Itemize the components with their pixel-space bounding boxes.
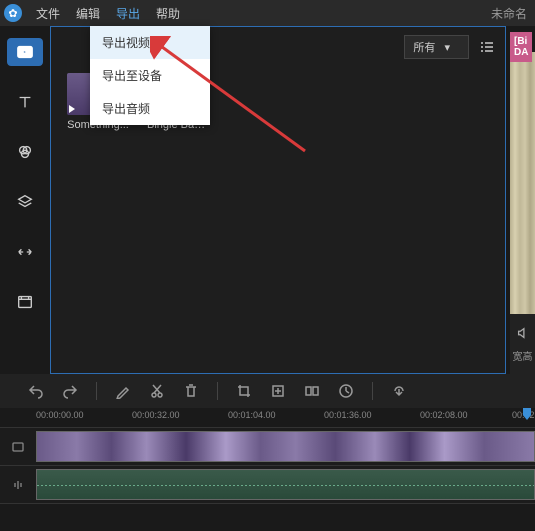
menu-export[interactable]: 导出: [108, 1, 148, 26]
audio-track-header[interactable]: [0, 466, 36, 504]
export-device-item[interactable]: 导出至设备: [90, 59, 210, 92]
ruler-mark: 00:01:04.00: [228, 410, 276, 420]
track-content: [36, 428, 535, 504]
filter-label: 所有: [413, 42, 435, 54]
export-video-item[interactable]: 导出视频: [90, 26, 210, 59]
text-icon: [16, 93, 34, 111]
menu-edit[interactable]: 编辑: [68, 1, 108, 26]
audio-track-icon: [11, 478, 25, 492]
export-clip-icon[interactable]: [391, 383, 407, 399]
filter-select[interactable]: 所有 ▾: [404, 35, 469, 59]
tab-text[interactable]: [7, 88, 43, 116]
preview-viewport: [BiDA: [510, 52, 535, 314]
tab-transition[interactable]: [7, 238, 43, 266]
chevron-down-icon: ▾: [444, 42, 450, 54]
main-row: 所有 ▾ Something... Bingle Ban... [BiDA 宽高: [0, 26, 535, 374]
audio-track[interactable]: [36, 466, 535, 504]
redo-icon[interactable]: [62, 383, 78, 399]
add-marker-icon[interactable]: [270, 383, 286, 399]
speed-icon[interactable]: [338, 383, 354, 399]
crop-icon[interactable]: [236, 383, 252, 399]
video-track[interactable]: [36, 428, 535, 466]
export-dropdown: 导出视频 导出至设备 导出音频: [90, 26, 210, 125]
track-headers: [0, 428, 36, 504]
undo-icon[interactable]: [28, 383, 44, 399]
timeline-tracks: [0, 428, 535, 504]
overlay-icon: [16, 193, 34, 211]
split-icon[interactable]: [304, 383, 320, 399]
preview-controls: 宽高: [510, 314, 535, 374]
list-view-icon[interactable]: [479, 41, 495, 53]
video-track-header[interactable]: [0, 428, 36, 466]
video-track-icon: [11, 440, 25, 454]
preview-badge: [BiDA: [510, 32, 532, 62]
elements-icon: [16, 293, 34, 311]
ruler-mark: 00:00:00.00: [36, 410, 84, 420]
edit-icon[interactable]: [115, 383, 131, 399]
delete-icon[interactable]: [183, 383, 199, 399]
left-rail: [0, 26, 50, 374]
aspect-ratio-label: 宽高: [513, 348, 533, 363]
project-title: 未命名: [491, 5, 527, 22]
timeline-ruler[interactable]: 00:00:00.00 00:00:32.00 00:01:04.00 00:0…: [0, 408, 535, 428]
transition-icon: [16, 243, 34, 261]
export-audio-item[interactable]: 导出音频: [90, 92, 210, 125]
menu-file[interactable]: 文件: [28, 1, 68, 26]
cut-icon[interactable]: [149, 383, 165, 399]
ruler-mark: 00:02:08.00: [420, 410, 468, 420]
tab-media[interactable]: [7, 38, 43, 66]
preview-panel: [BiDA 宽高: [510, 26, 535, 374]
filters-icon: [16, 143, 34, 161]
separator: [372, 382, 373, 400]
menubar: 文件 编辑 导出 帮助 未命名: [0, 0, 535, 26]
ruler-mark: 00:01:36.00: [324, 410, 372, 420]
video-clip-bar[interactable]: [36, 431, 535, 462]
audio-clip-bar[interactable]: [36, 469, 535, 500]
play-icon: [69, 105, 75, 113]
menu-help[interactable]: 帮助: [148, 1, 188, 26]
ruler-mark: 00:00:32.00: [132, 410, 180, 420]
app-logo-icon: [4, 4, 22, 22]
timeline-toolbar: [0, 374, 535, 408]
tab-elements[interactable]: [7, 288, 43, 316]
separator: [96, 382, 97, 400]
speaker-icon[interactable]: [516, 326, 530, 340]
tab-filters[interactable]: [7, 138, 43, 166]
separator: [217, 382, 218, 400]
media-icon: [16, 43, 34, 61]
tab-overlay[interactable]: [7, 188, 43, 216]
